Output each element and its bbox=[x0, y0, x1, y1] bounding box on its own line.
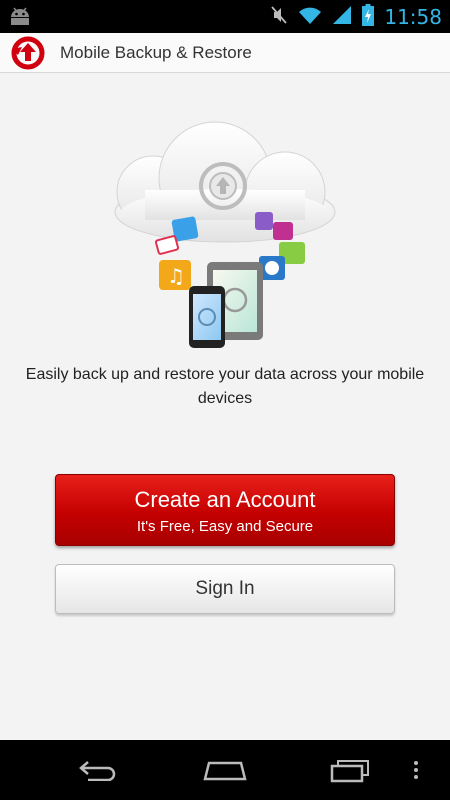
mute-icon bbox=[270, 5, 288, 29]
create-account-button[interactable]: Create an Account It's Free, Easy and Se… bbox=[55, 474, 395, 546]
svg-text:♫: ♫ bbox=[167, 264, 185, 288]
signal-icon bbox=[332, 5, 352, 29]
phone-graphic bbox=[189, 286, 225, 348]
action-bar: Mobile Backup & Restore bbox=[0, 33, 450, 73]
home-icon[interactable] bbox=[195, 754, 255, 786]
wifi-icon bbox=[298, 5, 322, 29]
backup-restore-logo-icon[interactable] bbox=[10, 35, 46, 71]
tagline-text: Easily back up and restore your data acr… bbox=[25, 366, 425, 407]
navigation-bar bbox=[0, 740, 450, 800]
sign-in-button[interactable]: Sign In bbox=[55, 564, 395, 614]
cloud-devices-illustration: ♫ bbox=[105, 120, 345, 355]
menu-icon[interactable] bbox=[396, 754, 436, 786]
create-account-label: Create an Account bbox=[134, 487, 316, 512]
status-bar: 11:58 bbox=[0, 0, 450, 33]
clock: 11:58 bbox=[384, 4, 442, 29]
create-account-sublabel: It's Free, Easy and Secure bbox=[136, 518, 314, 535]
battery-icon bbox=[362, 3, 375, 30]
back-icon[interactable] bbox=[70, 754, 130, 786]
android-notification-icon bbox=[8, 6, 32, 30]
recents-icon[interactable] bbox=[320, 754, 380, 786]
app-title: Mobile Backup & Restore bbox=[60, 42, 252, 62]
